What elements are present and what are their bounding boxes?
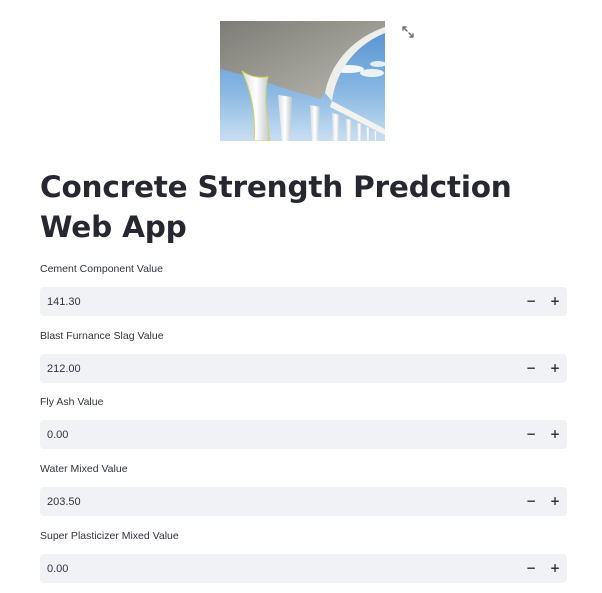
cement-stepper: − + [40, 287, 567, 316]
water-decrement-button[interactable]: − [519, 487, 543, 516]
fly-ash-stepper: − + [40, 420, 567, 449]
hero-image [220, 21, 385, 141]
fly-ash-input[interactable] [40, 420, 510, 449]
water-input[interactable] [40, 487, 510, 516]
slag-stepper: − + [40, 354, 567, 383]
superplasticizer-stepper: − + [40, 554, 567, 583]
cement-increment-button[interactable]: + [543, 287, 567, 316]
fly-ash-label: Fly Ash Value [40, 396, 104, 408]
slag-field: Blast Furnance Slag Value − + [40, 329, 567, 383]
water-stepper: − + [40, 487, 567, 516]
slag-input[interactable] [40, 354, 510, 383]
fullscreen-button[interactable] [401, 25, 415, 39]
water-label: Water Mixed Value [40, 463, 128, 475]
slag-label: Blast Furnance Slag Value [40, 330, 164, 342]
bridge-photo [220, 21, 385, 141]
superplasticizer-decrement-button[interactable]: − [519, 554, 543, 583]
fly-ash-field: Fly Ash Value − + [40, 395, 567, 449]
superplasticizer-increment-button[interactable]: + [543, 554, 567, 583]
cement-label: Cement Component Value [40, 263, 163, 275]
cement-input[interactable] [40, 287, 510, 316]
superplasticizer-input[interactable] [40, 554, 510, 583]
water-field: Water Mixed Value − + [40, 462, 567, 516]
water-increment-button[interactable]: + [543, 487, 567, 516]
slag-increment-button[interactable]: + [543, 354, 567, 383]
superplasticizer-label: Super Plasticizer Mixed Value [40, 530, 179, 542]
expand-arrows-icon [402, 26, 414, 38]
app-root: Concrete Strength Predction Web App Ceme… [0, 0, 602, 593]
page-title: Concrete Strength Predction Web App [40, 170, 512, 244]
slag-decrement-button[interactable]: − [519, 354, 543, 383]
fly-ash-increment-button[interactable]: + [543, 420, 567, 449]
fly-ash-decrement-button[interactable]: − [519, 420, 543, 449]
cement-decrement-button[interactable]: − [519, 287, 543, 316]
cement-field: Cement Component Value − + [40, 262, 567, 316]
superplasticizer-field: Super Plasticizer Mixed Value − + [40, 529, 567, 583]
